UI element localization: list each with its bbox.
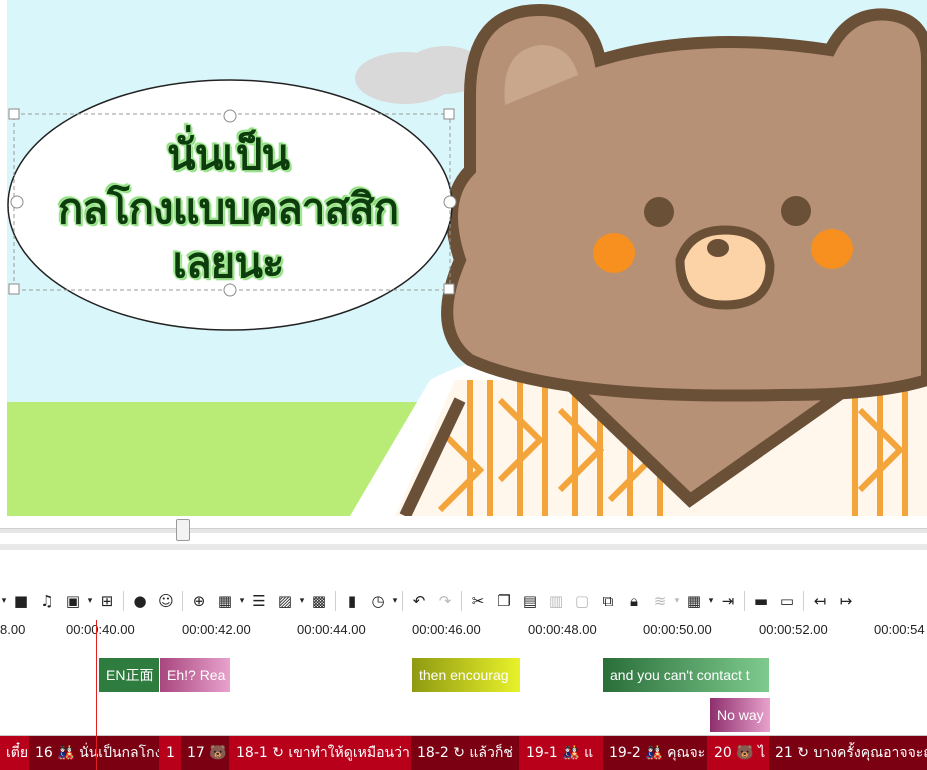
toolbar-divider xyxy=(402,591,403,611)
timeline-clip[interactable]: EN正面 xyxy=(99,658,159,692)
video-icon[interactable]: ■ xyxy=(10,590,32,612)
subtitle-clip[interactable]: 18-1 ↻ เขาทำให้ดูเหมือนว่า xyxy=(230,736,410,770)
preview-scrubber[interactable] xyxy=(0,516,927,550)
ruler-label: 00:00:52.00 xyxy=(759,622,828,637)
redo-icon[interactable]: ↷ xyxy=(434,590,456,612)
ruler-label: 8.00 xyxy=(0,622,26,637)
toolbar-divider xyxy=(744,591,745,611)
subtitle-clip[interactable]: 21 ↻ บางครั้งคุณอาจจะถ xyxy=(769,736,927,770)
toolbar-divider xyxy=(335,591,336,611)
image-overlay-icon[interactable]: ▨ xyxy=(274,590,296,612)
scrub-thumb[interactable] xyxy=(176,519,190,541)
timeline-clip[interactable]: Eh!? Rea xyxy=(160,658,230,692)
bookmark-icon[interactable]: ▮ xyxy=(341,590,363,612)
jump-start-icon[interactable]: ↤ xyxy=(809,590,831,612)
subtitle-clip[interactable]: 16 🎎 นั่นเป็นกลโกง xyxy=(29,736,159,770)
ruler-label: 00:00:46.00 xyxy=(412,622,481,637)
undo-icon[interactable]: ↶ xyxy=(408,590,430,612)
align-icon[interactable]: ☰ xyxy=(248,590,270,612)
cut-icon[interactable]: ✂ xyxy=(467,590,489,612)
paste-icon[interactable]: ▤ xyxy=(519,590,541,612)
toolbar-divider xyxy=(182,591,183,611)
timeline-clip[interactable]: then encourag xyxy=(412,658,520,692)
image-icon[interactable]: ▣ xyxy=(62,590,84,612)
caption-line: นั่นเป็น xyxy=(166,130,290,179)
toolbar-divider xyxy=(803,591,804,611)
paste-special-icon[interactable]: ▥ xyxy=(545,590,567,612)
chevron-down-icon[interactable]: ▾ xyxy=(86,590,94,612)
chevron-down-icon[interactable]: ▾ xyxy=(298,590,306,612)
add-frame-icon[interactable]: ⊕ xyxy=(188,590,210,612)
subtitle-clip[interactable]: 18-2 ↻ แล้วก็ช่ xyxy=(411,736,519,770)
crop-icon[interactable]: ▢ xyxy=(571,590,593,612)
jump-end-icon[interactable]: ↦ xyxy=(835,590,857,612)
ruler-label: 00:00:44.00 xyxy=(297,622,366,637)
ruler-label: 00:00:42.00 xyxy=(182,622,251,637)
chevron-down-icon[interactable]: ▾ xyxy=(391,590,399,612)
track-row: EN正面 Eh!? Rea then encourag and you can'… xyxy=(0,653,927,696)
timeline-ruler[interactable]: 8.00 00:00:40.00 00:00:42.00 00:00:44.00… xyxy=(0,617,927,655)
scrub-track[interactable] xyxy=(0,528,927,533)
split-icon[interactable]: ⇥ xyxy=(717,590,739,612)
clock-icon[interactable]: ◷ xyxy=(367,590,389,612)
timeline-clip[interactable]: and you can't contact t xyxy=(603,658,769,692)
subtitle-clip[interactable]: 20 🐻 ไ xyxy=(708,736,768,770)
lock-icon[interactable]: 🔒︎ xyxy=(623,590,645,612)
subtitle-clip[interactable]: 19-2 🎎 คุณจะ xyxy=(603,736,707,770)
copy-icon[interactable]: ❐ xyxy=(493,590,515,612)
caption-line: กลโกงแบบคลาสสิก xyxy=(57,184,399,233)
playhead[interactable] xyxy=(96,620,97,770)
delete-range-icon[interactable]: ▭ xyxy=(776,590,798,612)
chevron-down-icon[interactable]: ▾ xyxy=(673,590,681,612)
mosaic-icon[interactable]: ▦ xyxy=(214,590,236,612)
audio-wave-icon[interactable]: ≋ xyxy=(649,590,671,612)
video-preview[interactable]: นั่นเป็น กลโกงแบบคลาสสิก เลยนะ xyxy=(0,0,927,516)
ruler-label: 00:00:54 xyxy=(874,622,925,637)
timeline-tracks: EN正面 Eh!? Rea then encourag and you can'… xyxy=(0,653,927,770)
speech-bubble-caption[interactable]: นั่นเป็น กลโกงแบบคลาสสิก เลยนะ xyxy=(18,128,438,290)
select-all-icon[interactable]: ▩ xyxy=(308,590,330,612)
panel-divider[interactable] xyxy=(0,544,927,550)
grid-icon[interactable]: ▦ xyxy=(683,590,705,612)
timeline-toolbar: ▾ ■ ♫ ▣ ▾ ⊞ ● ☺ ⊕ ▦ ▾ ☰ ▨ ▾ ▩ ▮ ◷ ▾ ↶ ↷ … xyxy=(0,585,927,617)
subtitle-clip[interactable]: 1 xyxy=(160,736,180,770)
timeline-clip[interactable]: No way xyxy=(710,698,770,732)
group-icon[interactable]: ⧉ xyxy=(597,590,619,612)
person-icon[interactable]: ● xyxy=(129,590,151,612)
track-row: No way xyxy=(0,695,927,736)
toolbar-divider xyxy=(461,591,462,611)
ruler-label: 00:00:50.00 xyxy=(643,622,712,637)
subtitle-track: เตี๋ย 16 🎎 นั่นเป็นกลโกง 1 17 🐻 18-1 ↻ เ… xyxy=(0,736,927,770)
add-element-icon[interactable]: ⊞ xyxy=(96,590,118,612)
chevron-down-icon[interactable]: ▾ xyxy=(0,590,8,612)
music-icon[interactable]: ♫ xyxy=(36,590,58,612)
delete-icon[interactable]: ▬ xyxy=(750,590,772,612)
caption-line: เลยนะ xyxy=(172,238,285,287)
ruler-label: 00:00:48.00 xyxy=(528,622,597,637)
chevron-down-icon[interactable]: ▾ xyxy=(707,590,715,612)
subtitle-clip[interactable]: เตี๋ย xyxy=(0,736,28,770)
subtitle-clip[interactable]: 17 🐻 xyxy=(181,736,229,770)
subtitle-clip[interactable]: 19-1 🎎 แ xyxy=(520,736,602,770)
chevron-down-icon[interactable]: ▾ xyxy=(238,590,246,612)
emoji-icon[interactable]: ☺ xyxy=(155,590,177,612)
ruler-label: 00:00:40.00 xyxy=(66,622,135,637)
toolbar-divider xyxy=(123,591,124,611)
